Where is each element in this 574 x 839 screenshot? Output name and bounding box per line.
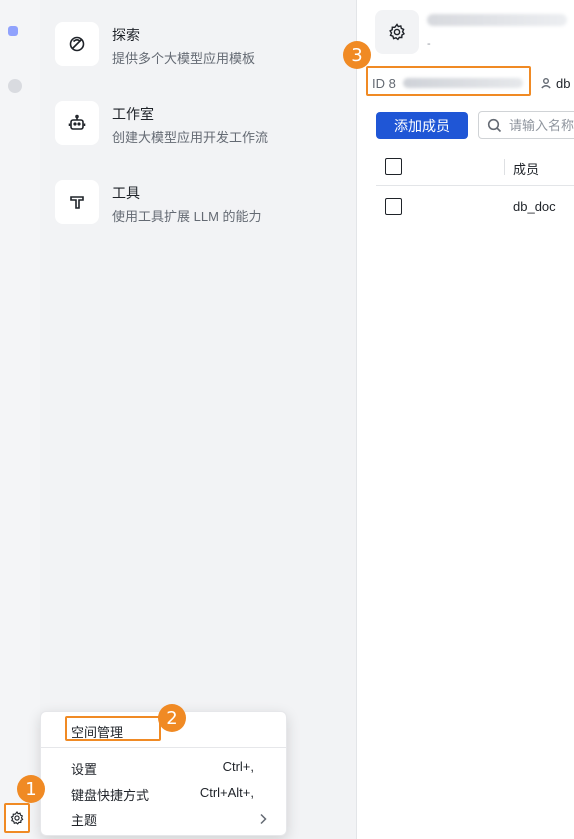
settings-gear-button[interactable] [4,803,30,833]
workspace-name-redacted [427,14,567,26]
table-row: db_doc [376,187,574,227]
member-name: db_doc [513,199,556,214]
workspace-id-redacted [403,78,523,88]
menu-label: 键盘快捷方式 [71,788,150,803]
add-member-button[interactable]: 添加成员 [376,112,468,139]
menu-item-title: 工具 [112,185,140,201]
menu-item-keyboard-shortcuts[interactable]: 键盘快捷方式 Ctrl+Alt+, [41,781,286,805]
owner-name: db [556,76,571,91]
menu-item-title: 工作室 [112,106,154,122]
menu-item-explore[interactable]: 探索 提供多个大模型应用模板 [55,22,345,68]
member-search[interactable] [478,111,574,139]
menu-shortcut: Ctrl+, [222,759,254,774]
search-input[interactable] [509,116,574,134]
step-badge-2: 2 [158,704,186,732]
search-icon [487,118,502,133]
hammer-icon [55,180,99,224]
workspace-panel: - ID 8 db 添加成员 成员 db_doc [358,0,574,839]
menu-item-desc: 提供多个大模型应用模板 [112,51,256,66]
column-member: 成员 [513,162,540,177]
gear-icon [10,811,24,825]
menu-item-settings[interactable]: 设置 Ctrl+, [41,755,286,779]
column-divider [504,159,505,175]
user-icon [540,77,552,89]
menu-item-desc: 使用工具扩展 LLM 的能力 [112,209,262,224]
menu-label: 主题 [71,813,98,828]
menu-item-title: 探索 [112,27,140,43]
menu-item-tools[interactable]: 工具 使用工具扩展 LLM 的能力 [55,180,345,226]
rail-secondary-icon[interactable] [8,79,22,93]
workspace-subtitle: - [427,38,431,50]
select-all-checkbox[interactable] [385,158,402,175]
workspace-id: ID 8 [372,76,396,91]
rail-nav-icon[interactable] [8,26,18,36]
step-badge-3: 3 [343,41,371,69]
member-table-header: 成员 [376,148,574,186]
left-rail [0,0,40,839]
menu-item-desc: 创建大模型应用开发工作流 [112,130,269,145]
step-badge-1: 1 [17,775,45,803]
menu-item-theme[interactable]: 主题 [41,806,286,830]
menu-item-studio[interactable]: 工作室 创建大模型应用开发工作流 [55,101,345,147]
menu-label: 设置 [71,762,98,777]
chevron-right-icon [258,812,268,825]
menu-divider [41,747,286,748]
gear-icon [375,10,419,54]
compass-icon [55,22,99,66]
menu-shortcut: Ctrl+Alt+, [199,785,254,800]
space-manage-highlight [65,716,161,741]
workspace-owner: db [540,76,570,91]
row-checkbox[interactable] [385,198,402,215]
robot-icon [55,101,99,145]
